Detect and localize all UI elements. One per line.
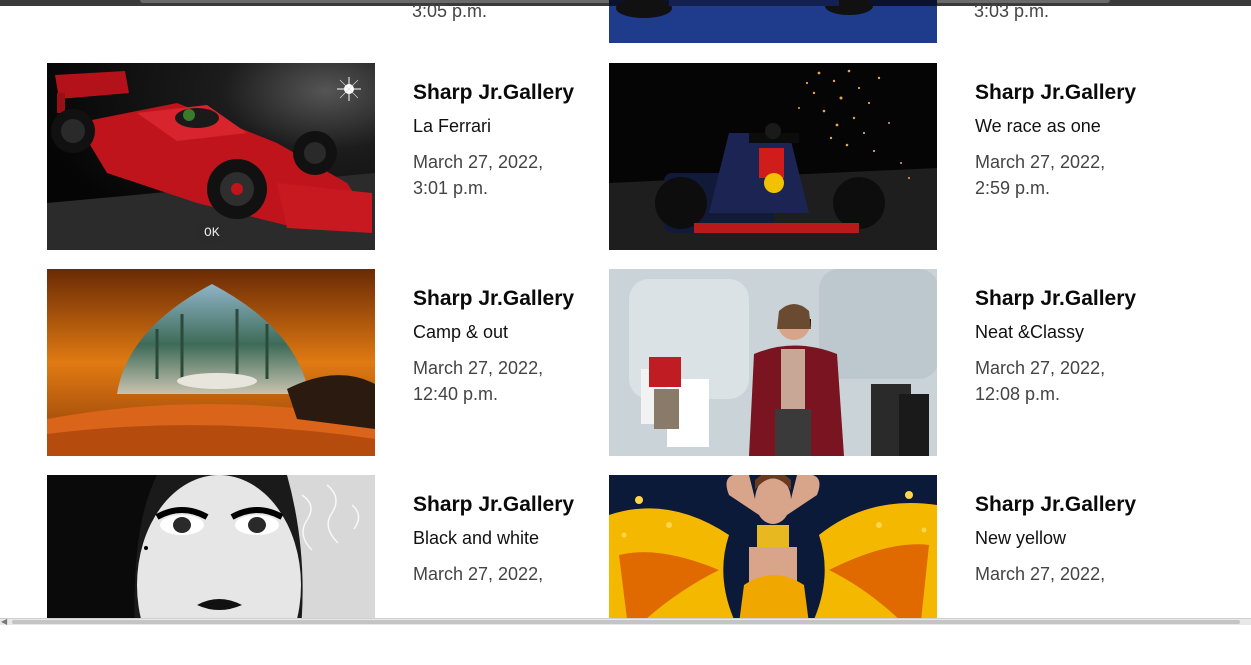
- post-caption: Neat &Classy: [975, 322, 1085, 342]
- post-date: March 27, 2022,: [413, 561, 583, 587]
- gallery-card: OK Sharp Jr.Gallery La Ferrari March 27,…: [47, 63, 587, 253]
- post-date: March 27, 2022,: [975, 561, 1145, 587]
- post-author-link[interactable]: Sharp Jr.Gallery: [413, 81, 583, 105]
- post-image-link[interactable]: [609, 63, 937, 250]
- shopping-woman-image: [609, 269, 937, 456]
- gallery-card: Sharp Jr.Gallery Black and white March 2…: [47, 475, 587, 665]
- post-author-link[interactable]: Sharp Jr.Gallery: [413, 493, 583, 517]
- post-author-link[interactable]: Sharp Jr.Gallery: [975, 493, 1145, 517]
- tent-view-image: [47, 269, 375, 456]
- post-image-link[interactable]: [609, 475, 937, 618]
- post-date: March 27, 2022, 12:08 p.m.: [975, 355, 1145, 407]
- post-author-link[interactable]: Sharp Jr.Gallery: [975, 287, 1145, 311]
- gallery-card: Sharp Jr.Gallery Neat &Classy March 27, …: [609, 269, 1149, 459]
- post-image-link[interactable]: [609, 269, 937, 456]
- post-caption: Camp & out: [413, 322, 509, 342]
- post-date-day: March 27, 2022,: [975, 564, 1106, 584]
- gallery-card: Sharp Jr.Gallery New yellow March 27, 20…: [609, 475, 1149, 665]
- scrollbar-thumb[interactable]: [12, 620, 1240, 624]
- post-date-day: March 27, 2022,: [975, 152, 1106, 172]
- yellow-splash-image: [609, 475, 937, 618]
- post-date: March 27, 2022, 2:59 p.m.: [975, 149, 1145, 201]
- post-date-day: March 27, 2022,: [413, 358, 544, 378]
- post-date-time: 12:08 p.m.: [975, 384, 1061, 404]
- post-image-link[interactable]: OK: [47, 63, 375, 250]
- post-meta: Sharp Jr.Gallery Black and white March 2…: [413, 493, 583, 587]
- red-race-car-image: [47, 63, 375, 250]
- post-meta: Sharp Jr.Gallery Neat &Classy March 27, …: [975, 287, 1145, 407]
- post-image-link[interactable]: [47, 475, 375, 618]
- post-meta: Sharp Jr.Gallery We race as one March 27…: [975, 81, 1145, 201]
- post-meta: Sharp Jr.Gallery La Ferrari March 27, 20…: [413, 81, 583, 201]
- post-caption: We race as one: [975, 116, 1101, 136]
- dark-race-car-image: [609, 63, 937, 250]
- gallery-card: Sharp Jr.Gallery Camp & out March 27, 20…: [47, 269, 587, 459]
- post-caption: La Ferrari: [413, 116, 492, 136]
- post-author-link[interactable]: Sharp Jr.Gallery: [413, 287, 583, 311]
- post-date: March 27, 2022, 12:40 p.m.: [413, 355, 583, 407]
- bw-portrait-image: [47, 475, 375, 618]
- partial-post-image[interactable]: [609, 0, 937, 43]
- post-meta: Sharp Jr.Gallery Camp & out March 27, 20…: [413, 287, 583, 407]
- post-date-day: March 27, 2022,: [413, 564, 544, 584]
- post-date-time: 3:01 p.m.: [413, 178, 489, 198]
- post-meta: Sharp Jr.Gallery New yellow March 27, 20…: [975, 493, 1145, 587]
- post-date-time: 12:40 p.m.: [413, 384, 499, 404]
- post-caption: New yellow: [975, 528, 1067, 548]
- partial-post-date-right: 3:03 p.m.: [974, 1, 1050, 21]
- partial-post-date-left: 3:05 p.m.: [412, 1, 488, 21]
- post-date: March 27, 2022, 3:01 p.m.: [413, 149, 583, 201]
- gallery-card: Sharp Jr.Gallery We race as one March 27…: [609, 63, 1149, 253]
- post-date-day: March 27, 2022,: [975, 358, 1106, 378]
- post-author-link[interactable]: Sharp Jr.Gallery: [975, 81, 1145, 105]
- scroll-left-icon[interactable]: ◀: [1, 617, 7, 626]
- partial-car-image: [609, 0, 937, 43]
- gallery-feed: 3:05 p.m. 3:03 p.m. OK Sharp Jr.Gallery …: [0, 0, 1251, 624]
- post-caption: Black and white: [413, 528, 540, 548]
- post-image-link[interactable]: [47, 269, 375, 456]
- post-date-time: 2:59 p.m.: [975, 178, 1051, 198]
- post-date-day: March 27, 2022,: [413, 152, 544, 172]
- watermark-text: OK: [204, 225, 220, 240]
